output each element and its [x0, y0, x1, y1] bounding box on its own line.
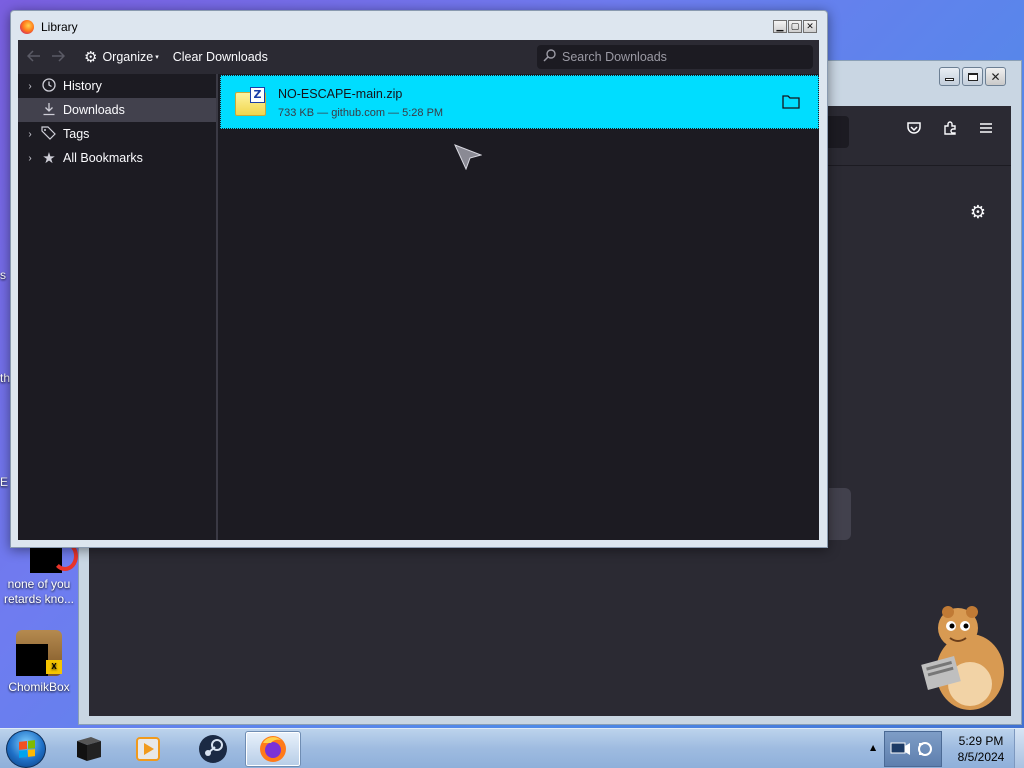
- sidebar-item-label: Tags: [63, 127, 90, 141]
- chevron-right-icon[interactable]: ›: [21, 153, 39, 164]
- media-player-icon: [136, 737, 160, 761]
- chomikbox-icon: X: [16, 630, 62, 676]
- desktop-icon-label: none of you retards kno...: [3, 577, 75, 606]
- sidebar-item-tags[interactable]: › Tags: [18, 122, 216, 146]
- system-tray: ▲ 5:29 PM 8/5/2024: [864, 729, 1024, 768]
- firefox-icon: [260, 736, 286, 762]
- gear-icon[interactable]: ⚙: [967, 202, 989, 224]
- organize-button[interactable]: ⚙ Organize ▾: [78, 44, 165, 70]
- organize-label: Organize: [102, 50, 154, 64]
- extensions-icon[interactable]: [939, 120, 961, 142]
- window-title: Library: [41, 20, 78, 34]
- tag-icon: [39, 125, 59, 143]
- hamster-mascot-image: [918, 604, 1008, 712]
- clear-downloads-button[interactable]: Clear Downloads: [167, 44, 274, 70]
- desktop-edge-text: s: [0, 268, 6, 282]
- library-toolbar: ⚙ Organize ▾ Clear Downloads Search Down…: [18, 40, 819, 74]
- download-icon: [39, 102, 59, 119]
- download-filename: NO-ESCAPE-main.zip: [278, 87, 403, 101]
- chevron-right-icon[interactable]: ›: [21, 81, 39, 92]
- show-desktop-button[interactable]: [1014, 729, 1024, 768]
- open-folder-icon[interactable]: [782, 94, 800, 109]
- taskbar-app-firefox[interactable]: [245, 731, 301, 767]
- download-item[interactable]: Z NO-ESCAPE-main.zip 733 KB — github.com…: [220, 75, 819, 129]
- sidebar-item-history[interactable]: › History: [18, 74, 216, 98]
- maximize-button[interactable]: ▢: [788, 20, 802, 33]
- taskbar-app-media-player[interactable]: [120, 731, 176, 767]
- library-window-controls: ▁ ▢ ✕: [773, 20, 817, 33]
- clock-icon: [39, 77, 59, 95]
- library-sidebar: › History Downloads › Tags › ★ All Bookm…: [18, 74, 218, 540]
- desktop-icon-chomikbox[interactable]: X ChomikBox: [1, 630, 77, 695]
- mouse-cursor-icon: [454, 144, 483, 171]
- firefox-icon: [20, 20, 34, 34]
- clock-time: 5:29 PM: [958, 734, 1004, 748]
- desktop-icon-label: ChomikBox: [8, 680, 70, 694]
- bg-panel-edge: [829, 488, 851, 540]
- steam-icon: [199, 735, 227, 763]
- library-titlebar[interactable]: Library ▁ ▢ ✕: [11, 11, 827, 41]
- arrow-right-icon[interactable]: [46, 48, 70, 66]
- chevron-down-icon: ▾: [155, 54, 159, 61]
- sidebar-item-all-bookmarks[interactable]: › ★ All Bookmarks: [18, 146, 216, 170]
- sidebar-item-label: Downloads: [63, 103, 125, 117]
- star-icon: ★: [42, 150, 56, 167]
- chevron-right-icon[interactable]: ›: [21, 129, 39, 140]
- search-input[interactable]: Search Downloads: [537, 45, 813, 69]
- sidebar-item-label: All Bookmarks: [63, 151, 143, 165]
- start-button[interactable]: [6, 730, 46, 768]
- arrow-left-icon[interactable]: [22, 48, 46, 66]
- terminal-icon: [77, 737, 101, 761]
- search-icon: [543, 49, 556, 65]
- menu-hamburger-icon[interactable]: [975, 120, 997, 142]
- taskbar-app-terminal[interactable]: [60, 731, 116, 767]
- clock-date: 8/5/2024: [957, 750, 1005, 764]
- taskbar-app-steam[interactable]: [185, 731, 241, 767]
- sidebar-item-downloads[interactable]: Downloads: [18, 98, 216, 122]
- library-window[interactable]: Library ▁ ▢ ✕ ⚙ Organize ▾ Clear Downloa…: [10, 10, 828, 548]
- bg-close-button[interactable]: ✕: [985, 67, 1006, 86]
- bg-window-controls: ✕: [939, 67, 1006, 86]
- taskbar-clock[interactable]: 5:29 PM 8/5/2024: [946, 733, 1016, 765]
- minimize-button[interactable]: ▁: [773, 20, 787, 33]
- tray-expand-icon[interactable]: ▲: [870, 743, 876, 752]
- pocket-icon[interactable]: [903, 120, 925, 142]
- downloads-list[interactable]: Z NO-ESCAPE-main.zip 733 KB — github.com…: [220, 74, 819, 540]
- bg-minimize-button[interactable]: [939, 67, 960, 86]
- bg-maximize-button[interactable]: [962, 67, 983, 86]
- gear-icon: ⚙: [84, 49, 98, 66]
- close-button[interactable]: ✕: [803, 20, 817, 33]
- download-meta: 733 KB — github.com — 5:28 PM: [278, 107, 444, 119]
- tray-icons: [884, 731, 942, 767]
- search-placeholder: Search Downloads: [562, 50, 667, 64]
- desktop-edge-text: th: [0, 371, 11, 385]
- sidebar-item-label: History: [63, 79, 102, 93]
- desktop-edge-text: E: [0, 475, 9, 489]
- zip-file-icon: Z: [235, 87, 266, 116]
- windows-logo-icon: [19, 740, 35, 758]
- library-body: ⚙ Organize ▾ Clear Downloads Search Down…: [18, 40, 819, 540]
- taskbar: ▲ 5:29 PM 8/5/2024: [0, 728, 1024, 768]
